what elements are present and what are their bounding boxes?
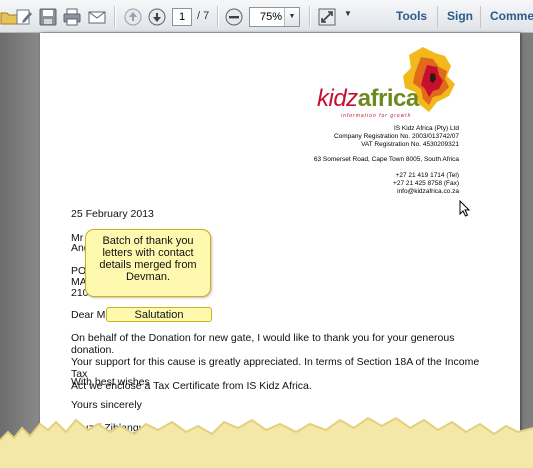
torn-paper-edge: [0, 416, 533, 468]
